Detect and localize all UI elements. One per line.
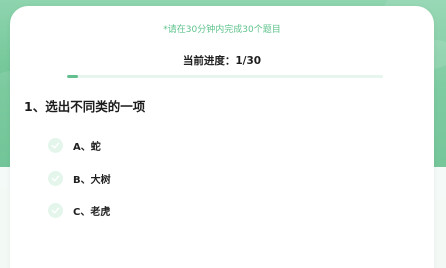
option-label: C、老虎 xyxy=(73,206,111,218)
option-a[interactable]: A、蛇 xyxy=(48,135,101,155)
option-c[interactable]: C、老虎 xyxy=(48,200,110,220)
progress-bar-fill xyxy=(67,75,78,78)
option-label: B、大树 xyxy=(73,174,111,186)
check-icon xyxy=(48,137,63,153)
check-icon xyxy=(48,202,63,218)
progress-label: 当前进度：1/30 xyxy=(182,55,262,67)
progress-bar xyxy=(67,75,383,78)
time-limit-hint: *请在30分钟内完成30个题目 xyxy=(163,25,281,35)
option-b[interactable]: B、大树 xyxy=(48,168,111,188)
option-label: A、蛇 xyxy=(73,141,101,153)
quiz-card: *请在30分钟内完成30个题目 当前进度：1/30 1、选出不同类的一项 A、蛇… xyxy=(10,6,434,268)
question-text: 1、选出不同类的一项 xyxy=(24,99,146,114)
check-icon xyxy=(48,170,63,186)
quiz-page: *请在30分钟内完成30个题目 当前进度：1/30 1、选出不同类的一项 A、蛇… xyxy=(0,0,446,268)
